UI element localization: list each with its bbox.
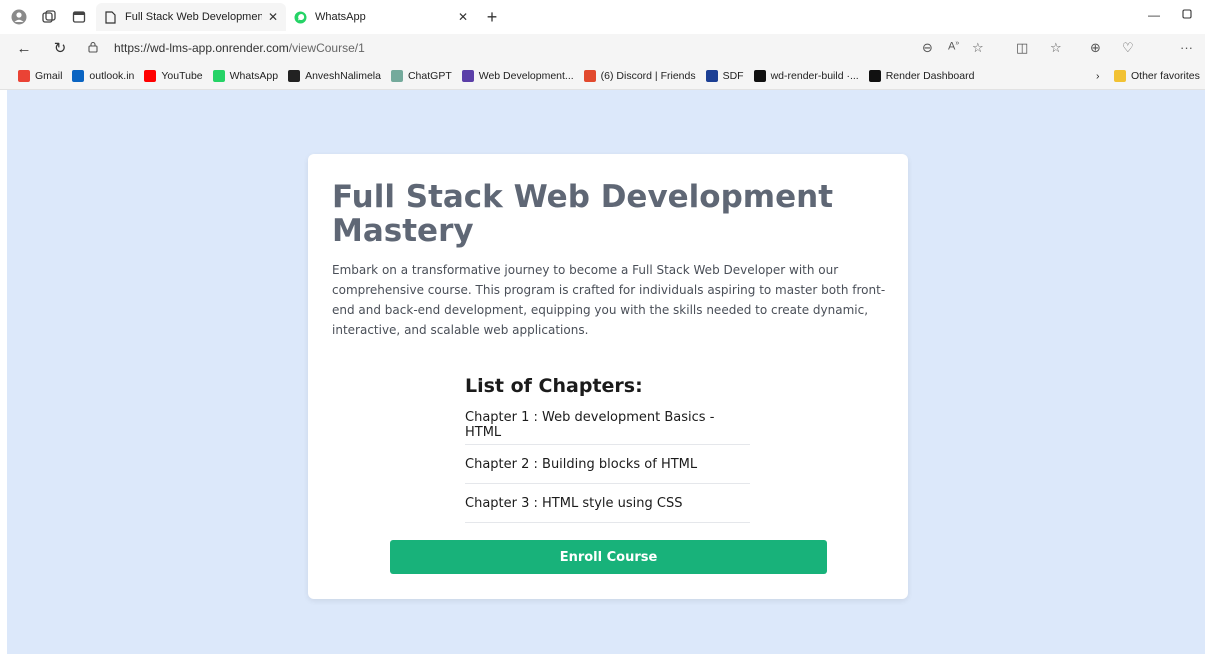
back-icon[interactable]: ← — [12, 36, 36, 60]
url-path: /viewCourse/1 — [288, 41, 365, 55]
close-tab-icon[interactable]: ✕ — [268, 10, 278, 24]
bookmark-favicon-icon — [144, 69, 157, 82]
other-favorites-label: Other favorites — [1131, 69, 1200, 82]
bookmark-item[interactable]: Gmail — [18, 69, 63, 82]
bookmark-favicon-icon — [753, 69, 766, 82]
favorite-star-icon[interactable]: ☆ — [972, 40, 984, 56]
bookmark-favicon-icon — [461, 69, 474, 82]
chapters-heading: List of Chapters: — [465, 375, 643, 397]
bookmark-item[interactable]: outlook.in — [72, 69, 135, 82]
course-card: Full Stack Web Development Mastery Embar… — [308, 154, 908, 599]
bookmark-label: wd-render-build ·... — [770, 69, 859, 82]
course-title: Full Stack Web Development Mastery — [332, 179, 834, 249]
bookmark-favicon-icon — [390, 69, 403, 82]
bookmark-item[interactable]: YouTube — [144, 69, 203, 82]
tab-actions-icon[interactable] — [68, 6, 90, 28]
tab-label: WhatsApp — [315, 11, 366, 23]
new-tab-button[interactable]: + — [480, 7, 504, 28]
bookmark-label: ChatGPT — [407, 69, 452, 82]
bookmark-item[interactable]: wd-render-build ·... — [753, 69, 859, 82]
profile-icon[interactable] — [8, 6, 30, 28]
browser-tab-bar: Full Stack Web Development Ma ✕ WhatsApp… — [0, 0, 1205, 34]
tab-label: Full Stack Web Development Ma — [125, 11, 262, 23]
bookmark-item[interactable]: Render Dashboard — [868, 69, 975, 82]
minimize-icon[interactable]: — — [1148, 8, 1160, 22]
bookmark-favicon-icon — [705, 69, 718, 82]
bookmark-favicon-icon — [212, 69, 225, 82]
more-options-icon[interactable]: ··· — [1180, 40, 1193, 55]
bookmark-item[interactable]: Web Development... — [461, 69, 574, 82]
bookmark-favicon-icon — [583, 69, 596, 82]
tab-course[interactable]: Full Stack Web Development Ma ✕ — [96, 3, 286, 31]
bookmark-item[interactable]: (6) Discord | Friends — [583, 69, 696, 82]
bookmark-item[interactable]: SDF — [705, 69, 744, 82]
performance-icon[interactable]: ♡ — [1122, 40, 1134, 56]
lock-icon — [88, 41, 102, 56]
enroll-course-button[interactable]: Enroll Course — [390, 540, 827, 574]
bookmark-item[interactable]: WhatsApp — [212, 69, 279, 82]
restore-icon[interactable] — [1182, 8, 1193, 22]
tab-whatsapp[interactable]: WhatsApp ✕ — [286, 3, 476, 31]
bookmarks-bar: Gmail outlook.in YouTube WhatsApp AnveshNali… — [0, 62, 1205, 90]
close-tab-icon[interactable]: ✕ — [458, 10, 468, 24]
bookmark-label: outlook.in — [89, 69, 135, 82]
chapter-item[interactable]: Chapter 1 : Web development Basics - HTM… — [465, 406, 750, 445]
url-host: https://wd-lms-app.onrender.com — [114, 41, 289, 55]
bookmark-label: SDF — [722, 69, 744, 82]
chapter-item[interactable]: Chapter 3 : HTML style using CSS — [465, 484, 750, 523]
bookmark-label: Web Development... — [478, 69, 574, 82]
page-icon — [104, 10, 117, 24]
course-description: Embark on a transformative journey to be… — [332, 263, 886, 337]
bookmark-label: Gmail — [35, 69, 63, 82]
bookmark-favicon-icon — [288, 69, 301, 82]
url-input[interactable]: https://wd-lms-app.onrender.com/viewCour… — [88, 36, 906, 60]
bookmark-label: Render Dashboard — [885, 69, 975, 82]
bookmark-item[interactable]: ChatGPT — [390, 69, 452, 82]
bookmark-label: YouTube — [161, 69, 203, 82]
other-favorites-folder[interactable]: Other favorites — [1114, 69, 1200, 82]
zoom-icon[interactable]: ⊖ — [922, 40, 933, 56]
bookmark-favicon-icon — [18, 69, 30, 82]
page-background: Full Stack Web Development Mastery Embar… — [7, 90, 1205, 654]
read-aloud-icon[interactable]: A» — [948, 40, 959, 53]
folder-icon — [1114, 69, 1126, 82]
chapter-list: Chapter 1 : Web development Basics - HTM… — [465, 406, 750, 523]
bookmark-label: WhatsApp — [229, 69, 279, 82]
chapter-item[interactable]: Chapter 2 : Building blocks of HTML — [465, 445, 750, 484]
split-screen-icon[interactable]: ◫ — [1016, 40, 1028, 56]
bookmark-favicon-icon — [72, 69, 85, 82]
more-bookmarks-chevron-icon[interactable]: › — [1096, 70, 1100, 82]
bookmark-label: (6) Discord | Friends — [600, 69, 696, 82]
bookmark-item[interactable]: AnveshNalimela — [288, 69, 381, 82]
workspaces-icon[interactable] — [38, 6, 60, 28]
collections-icon[interactable]: ⊕ — [1090, 40, 1101, 56]
whatsapp-icon — [294, 11, 307, 24]
bookmark-favicon-icon — [868, 69, 881, 82]
favorites-icon[interactable]: ☆ — [1050, 40, 1062, 56]
address-bar-row: ← ↻ https://wd-lms-app.onrender.com/view… — [0, 34, 1205, 62]
refresh-icon[interactable]: ↻ — [48, 36, 72, 60]
bookmark-label: AnveshNalimela — [305, 69, 381, 82]
